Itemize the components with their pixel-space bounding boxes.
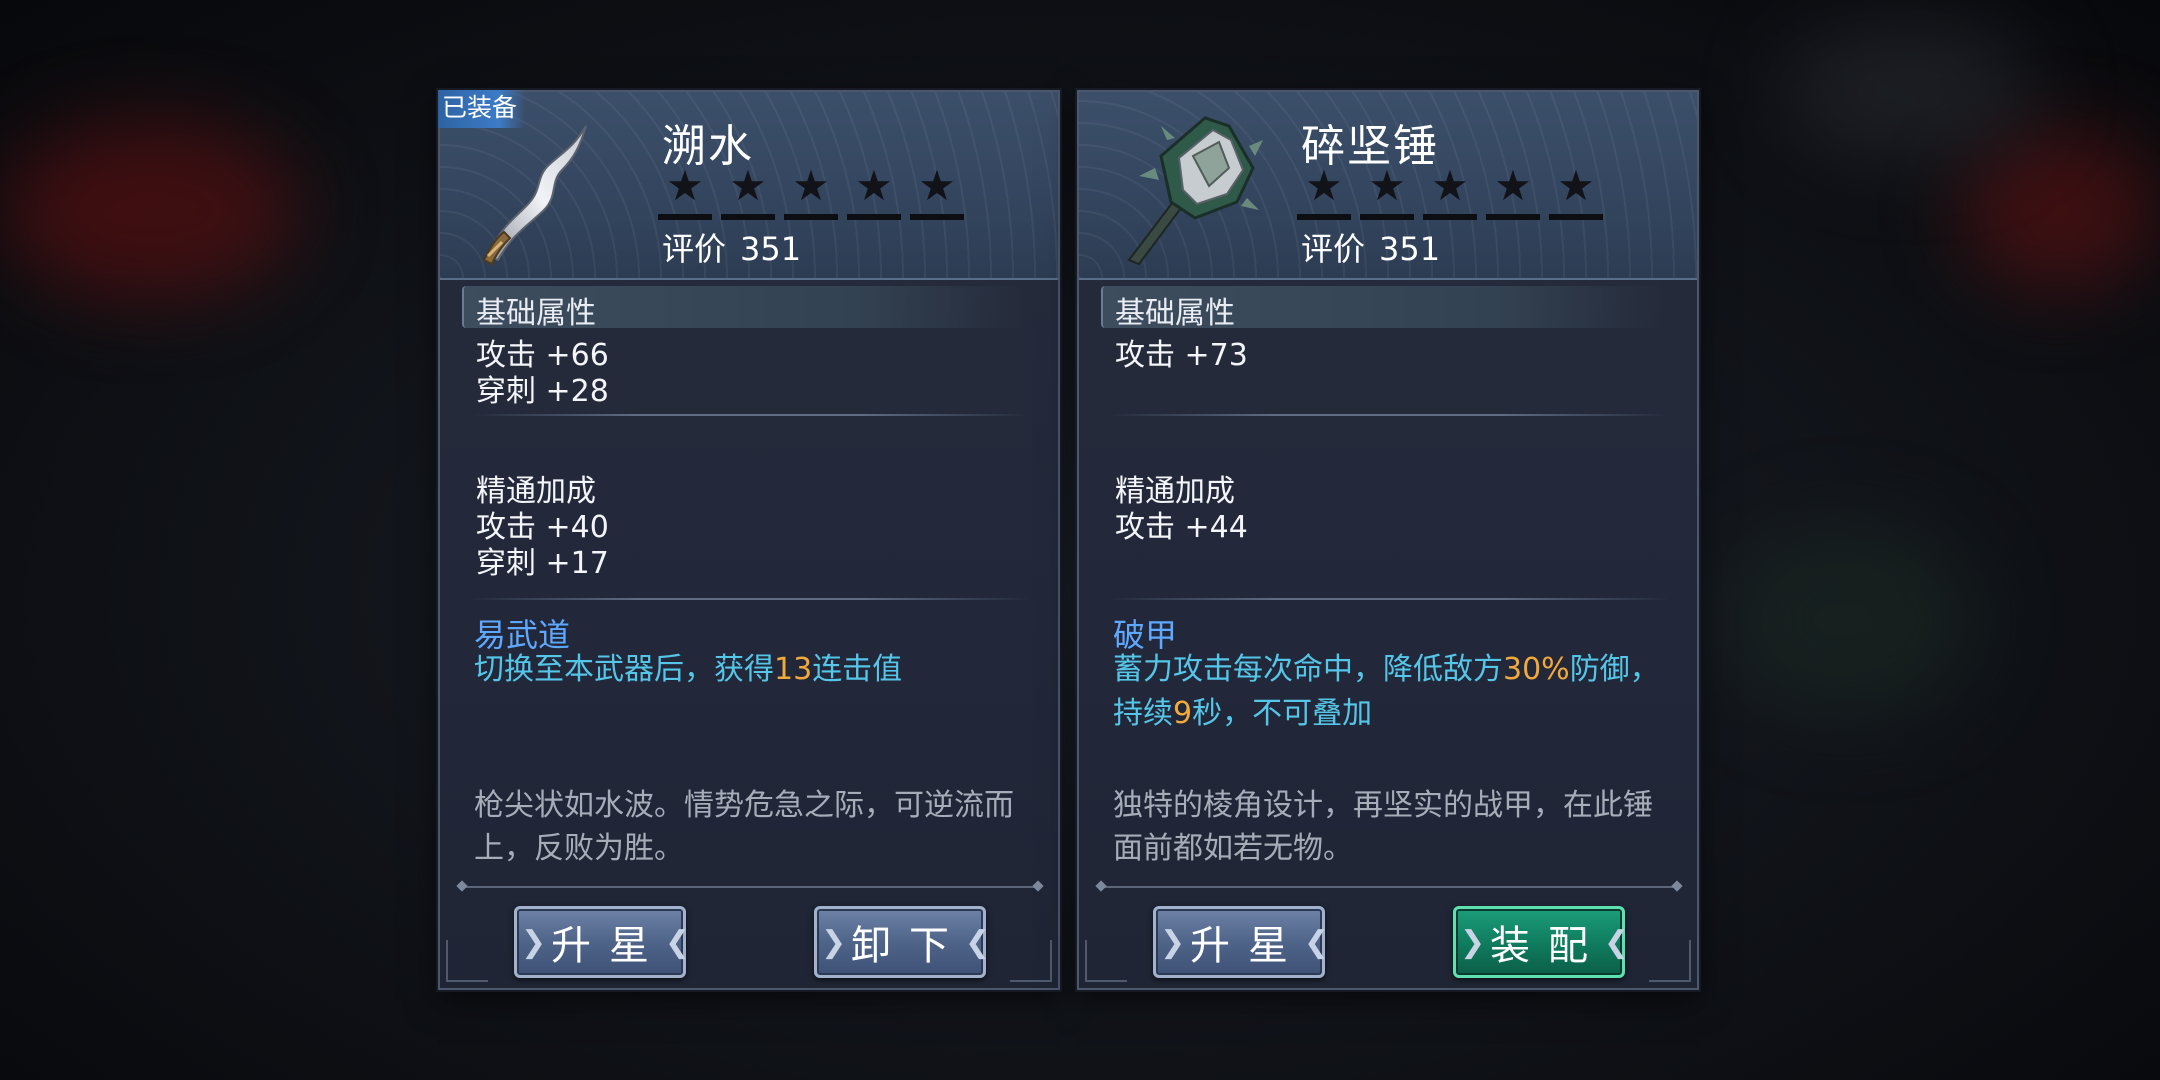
base-attributes-title: 基础属性	[476, 296, 596, 331]
star-icon: ★	[721, 164, 775, 220]
skill-text: 秒，不可叠加	[1192, 696, 1373, 731]
hammer-weapon-icon	[1127, 116, 1263, 266]
rating: 评价 351	[662, 224, 801, 270]
card-header: 已装备 溯水 ★ ★ ★ ★ ★ 评价 351	[438, 90, 1058, 280]
card-header: 碎坚锤 ★ ★ ★ ★ ★ 评价 351	[1079, 92, 1697, 280]
chevron-left-icon: ❯	[1460, 925, 1486, 960]
chevron-right-icon: ❮	[1304, 925, 1330, 960]
skill-value: 30%	[1503, 652, 1570, 687]
footer-divider	[462, 886, 1038, 888]
chevron-right-icon: ❮	[665, 925, 691, 960]
divider	[1109, 598, 1669, 600]
divider	[470, 414, 1030, 416]
unequip-button[interactable]: ❯ 卸下 ❮	[814, 906, 991, 978]
equip-button[interactable]: ❯ 装配 ❮	[1453, 906, 1630, 978]
skill-value: 13	[774, 652, 813, 687]
skill-description: 蓄力攻击每次命中，降低敌方30%防御，持续9秒，不可叠加	[1113, 648, 1673, 736]
star-icon: ★	[784, 164, 838, 220]
star-rating: ★ ★ ★ ★ ★	[658, 164, 964, 220]
button-label: 卸下	[851, 923, 967, 969]
star-icon: ★	[1423, 164, 1477, 220]
chevron-left-icon: ❯	[521, 925, 547, 960]
corner-ornament	[1010, 940, 1052, 982]
weapon-card-compare: 碎坚锤 ★ ★ ★ ★ ★ 评价 351 基础属性 攻击 +73 精通加成 攻击 …	[1077, 90, 1699, 990]
star-rating: ★ ★ ★ ★ ★	[1297, 164, 1603, 220]
upgrade-star-button[interactable]: ❯ 升星 ❮	[514, 906, 691, 978]
divider	[470, 598, 1030, 600]
footer-divider	[1101, 886, 1677, 888]
rating-label: 评价	[1301, 230, 1366, 268]
rating-value: 351	[740, 230, 802, 268]
background-blur	[1780, 20, 2040, 160]
mastery-stat: 攻击 +44	[1115, 510, 1248, 545]
button-label: 装配	[1490, 923, 1606, 969]
button-label: 升星	[1190, 923, 1306, 969]
skill-value: 9	[1173, 696, 1193, 731]
corner-ornament	[446, 940, 488, 982]
skill-text: 蓄力攻击每次命中，降低敌方	[1113, 652, 1503, 687]
flavor-text: 独特的棱角设计，再坚实的战甲，在此锤面前都如若无物。	[1113, 788, 1653, 866]
skill-text: 切换至本武器后，获得	[474, 652, 774, 687]
star-icon: ★	[847, 164, 901, 220]
equipped-badge: 已装备	[438, 90, 526, 128]
skill-text: 连击值	[812, 652, 903, 687]
chevron-left-icon: ❯	[821, 925, 847, 960]
weapon-card-equipped: 已装备 溯水 ★ ★ ★ ★ ★ 评价 351 基础属性 攻击 +66 穿刺 +2…	[438, 90, 1060, 990]
background-blur	[0, 120, 300, 300]
corner-ornament	[1649, 940, 1691, 982]
chevron-right-icon: ❮	[1604, 925, 1630, 960]
mastery-stat: 穿刺 +17	[476, 546, 609, 581]
flavor-text: 枪尖状如水波。情势危急之际，可逆流而上，反败为胜。	[474, 788, 1014, 866]
chevron-right-icon: ❮	[965, 925, 991, 960]
rating-label: 评价	[662, 230, 727, 268]
button-label: 升星	[551, 923, 667, 969]
background-blur	[1720, 520, 1980, 720]
upgrade-star-button[interactable]: ❯ 升星 ❮	[1153, 906, 1330, 978]
rating: 评价 351	[1301, 224, 1440, 270]
skill-description: 切换至本武器后，获得13连击值	[474, 648, 1034, 692]
star-icon: ★	[1297, 164, 1351, 220]
background-blur	[1960, 130, 2160, 290]
base-stat: 穿刺 +28	[476, 374, 609, 409]
star-icon: ★	[1486, 164, 1540, 220]
chevron-left-icon: ❯	[1160, 925, 1186, 960]
star-icon: ★	[1360, 164, 1414, 220]
base-stat: 攻击 +73	[1115, 338, 1248, 373]
spear-weapon-icon	[482, 125, 587, 266]
star-icon: ★	[910, 164, 964, 220]
corner-ornament	[1085, 940, 1127, 982]
base-attributes-title: 基础属性	[1115, 296, 1235, 331]
rating-value: 351	[1379, 230, 1441, 268]
star-icon: ★	[1549, 164, 1603, 220]
star-icon: ★	[658, 164, 712, 220]
divider	[1109, 414, 1669, 416]
